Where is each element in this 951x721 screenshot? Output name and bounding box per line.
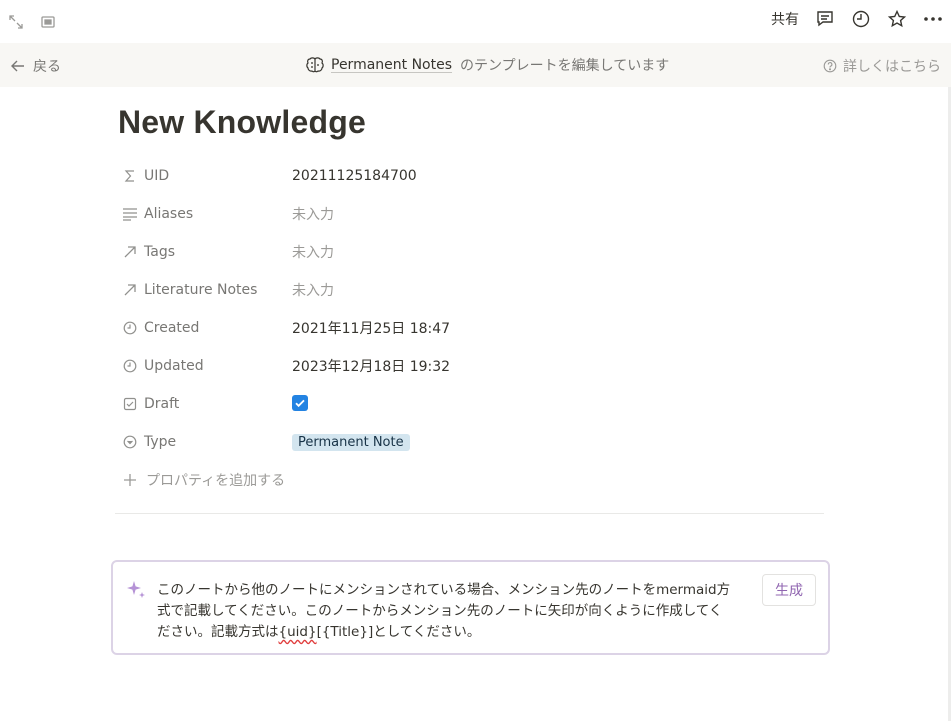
property-label: UID	[144, 168, 170, 184]
add-property-button[interactable]: プロパティを追加する	[118, 461, 824, 499]
property-row-aliases: Aliases 未入力	[118, 195, 824, 233]
sigma-icon	[122, 168, 138, 184]
clock-icon	[122, 358, 138, 374]
learn-more-link[interactable]: 詳しくはこちら	[823, 56, 941, 76]
property-label: Tags	[144, 244, 175, 260]
property-label: Type	[144, 434, 177, 450]
text-lines-icon	[122, 206, 138, 222]
property-value-uid[interactable]: 20211125184700	[292, 168, 417, 184]
ai-prompt-text[interactable]: このノートから他のノートにメンションされている場合、メンション先のノートをmer…	[157, 580, 753, 643]
ai-sparkle-icon	[125, 579, 147, 605]
property-name[interactable]: Aliases	[118, 206, 292, 222]
more-icon[interactable]	[923, 9, 943, 29]
relation-arrow-icon	[122, 244, 138, 260]
property-label: Created	[144, 320, 200, 336]
property-name[interactable]: Updated	[118, 358, 292, 374]
database-link[interactable]: Permanent Notes	[331, 57, 452, 73]
template-message: のテンプレートを編集しています	[460, 58, 670, 74]
share-button[interactable]: 共有	[771, 9, 799, 29]
help-icon	[823, 59, 837, 73]
property-label: Aliases	[144, 206, 194, 222]
prompt-line: 式で記載してください。このノートからメンション先のノートに矢印が向くように作成し…	[157, 603, 723, 619]
property-name[interactable]: Created	[118, 320, 292, 336]
property-value-type[interactable]: Permanent Note	[292, 434, 410, 451]
prompt-line: ださい。記載方式は{uid}[{Title}]としてください。	[157, 622, 753, 643]
top-bar: 共有	[0, 0, 951, 42]
draft-checkbox[interactable]	[292, 395, 308, 411]
property-value-created[interactable]: 2021年11月25日 18:47	[292, 318, 450, 338]
property-name[interactable]: Draft	[118, 396, 292, 412]
back-button[interactable]: 戻る	[8, 56, 61, 76]
expand-icon[interactable]	[6, 12, 26, 32]
help-label: 詳しくはこちら	[843, 59, 941, 75]
property-label: Updated	[144, 358, 204, 374]
property-row-uid: UID 20211125184700	[118, 157, 824, 195]
prompt-segment: ださい。記載方式は	[157, 624, 279, 640]
property-value-literature-notes[interactable]: 未入力	[292, 280, 334, 300]
property-value-tags[interactable]: 未入力	[292, 242, 334, 262]
property-name[interactable]: UID	[118, 168, 292, 184]
prompt-line: このノートから他のノートにメンションされている場合、メンション先のノートをmer…	[157, 582, 731, 598]
page-title[interactable]: New Knowledge	[118, 104, 366, 141]
spellcheck-flagged-text: {uid}	[278, 624, 317, 640]
property-value-draft	[292, 395, 308, 413]
arrow-left-icon	[8, 56, 28, 76]
ai-prompt-block: このノートから他のノートにメンションされている場合、メンション先のノートをmer…	[111, 560, 830, 655]
generate-button[interactable]: 生成	[762, 574, 816, 606]
brain-icon	[305, 55, 325, 75]
relation-arrow-icon	[122, 282, 138, 298]
plus-icon	[122, 472, 138, 488]
property-row-updated: Updated 2023年12月18日 19:32	[118, 347, 824, 385]
star-icon[interactable]	[887, 9, 907, 29]
property-name[interactable]: Literature Notes	[118, 282, 292, 298]
prompt-segment: [{Title}]としてください。	[316, 624, 481, 640]
back-label: 戻る	[33, 59, 61, 75]
property-label: Draft	[144, 396, 180, 412]
properties-list: UID 20211125184700 Aliases 未入力 Tags 未入力	[118, 157, 824, 499]
property-name[interactable]: Type	[118, 434, 292, 450]
property-name[interactable]: Tags	[118, 244, 292, 260]
property-row-type: Type Permanent Note	[118, 423, 824, 461]
property-value-aliases[interactable]: 未入力	[292, 204, 334, 224]
properties-divider	[115, 513, 824, 514]
peek-mode-icon[interactable]	[38, 12, 58, 32]
property-row-literature-notes: Literature Notes 未入力	[118, 271, 824, 309]
top-actions: 共有	[771, 9, 943, 29]
select-icon	[122, 434, 138, 450]
property-row-tags: Tags 未入力	[118, 233, 824, 271]
checkbox-icon	[122, 396, 138, 412]
property-label: Literature Notes	[144, 282, 258, 298]
clock-icon	[122, 320, 138, 336]
type-tag[interactable]: Permanent Note	[292, 434, 410, 451]
template-notice: Permanent Notes のテンプレートを編集しています	[305, 55, 669, 75]
window-controls	[6, 12, 58, 32]
template-banner: 戻る Permanent Notes のテンプレートを編集しています 詳しくはこ…	[0, 43, 951, 87]
add-property-label: プロパティを追加する	[146, 473, 286, 489]
property-value-updated[interactable]: 2023年12月18日 19:32	[292, 356, 450, 376]
history-icon[interactable]	[851, 9, 871, 29]
property-row-created: Created 2021年11月25日 18:47	[118, 309, 824, 347]
property-row-draft: Draft	[118, 385, 824, 423]
comment-icon[interactable]	[815, 9, 835, 29]
